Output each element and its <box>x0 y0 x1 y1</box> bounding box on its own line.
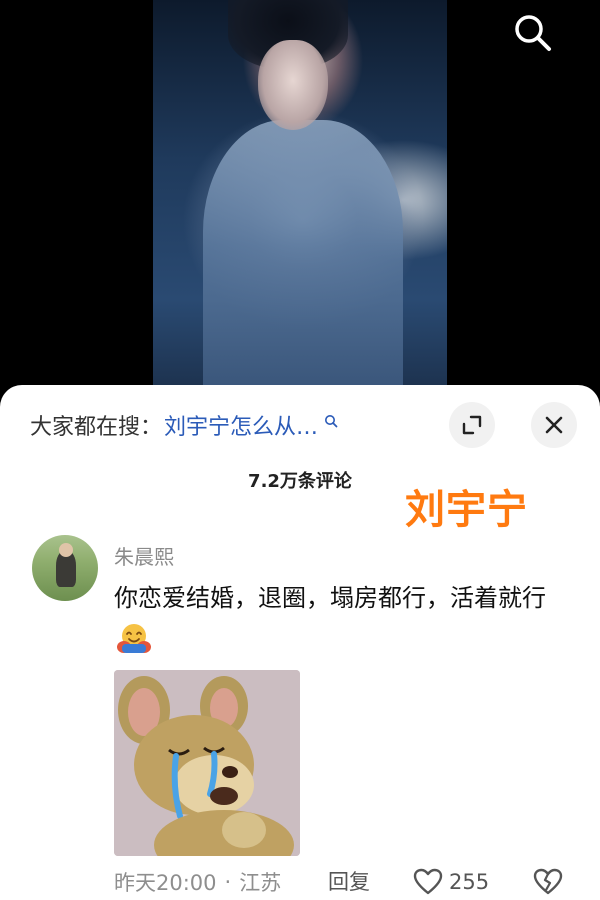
crying-mouse-sticker <box>114 670 300 856</box>
broken-heart-icon <box>533 868 563 895</box>
video-player[interactable] <box>0 0 600 400</box>
comment-image[interactable] <box>114 670 300 856</box>
separator-dot: · <box>224 870 232 894</box>
suggested-search-prefix: 大家都在搜： <box>30 415 163 440</box>
performer-torso <box>203 120 403 400</box>
comment-sheet: 大家都在搜： 刘宇宁怎么从… 7.2万条评论 刘宇宁 朱晨熙 你恋爱结婚，退圈，… <box>0 385 600 900</box>
hugging-face-emoji-icon <box>116 622 152 667</box>
watermark-text: 刘宇宁 <box>405 487 528 533</box>
like-button[interactable]: 255 <box>413 865 489 899</box>
comment-body: 你恋爱结婚，退圈，塌房都行，活着就行 <box>114 577 574 667</box>
search-icon <box>515 15 551 51</box>
avatar[interactable] <box>32 535 98 601</box>
video-frame <box>153 0 447 400</box>
heart-outline-icon <box>413 868 443 895</box>
performer-face <box>258 40 328 130</box>
comment-username[interactable]: 朱晨熙 <box>114 541 174 570</box>
reply-button[interactable]: 回复 <box>328 865 370 899</box>
expand-button[interactable] <box>449 402 495 448</box>
close-icon <box>545 416 563 434</box>
expand-icon <box>462 415 482 435</box>
comment-time: 昨天20:00 <box>114 871 217 895</box>
close-button[interactable] <box>531 402 577 448</box>
avatar-figure-head <box>59 543 73 557</box>
suggested-search-query[interactable]: 刘宇宁怎么从… <box>164 409 318 441</box>
search-icon <box>325 415 338 428</box>
dislike-button[interactable] <box>533 865 563 899</box>
like-count: 255 <box>449 870 490 894</box>
comment-meta: 昨天20:00 · 江苏 <box>114 865 281 899</box>
suggested-search[interactable]: 大家都在搜： 刘宇宁怎么从… <box>30 407 338 443</box>
search-button[interactable] <box>508 8 556 56</box>
comment-location: 江苏 <box>239 871 282 895</box>
comment-text: 你恋爱结婚，退圈，塌房都行，活着就行 <box>114 584 546 612</box>
